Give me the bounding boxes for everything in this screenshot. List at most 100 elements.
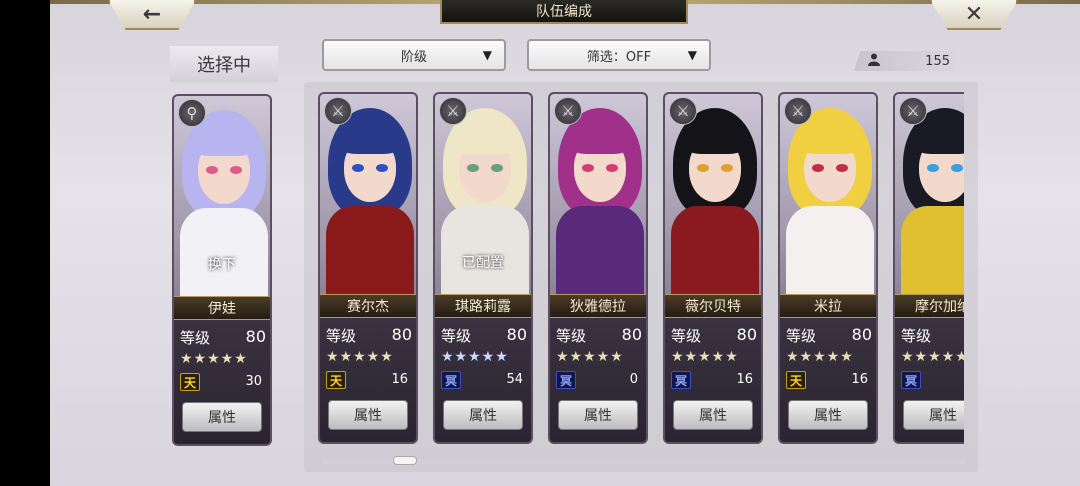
- attribute-button[interactable]: 属性: [788, 400, 868, 430]
- character-name: 琪路莉露: [435, 294, 531, 318]
- sword-icon: ⚔: [899, 97, 927, 125]
- level-label: 等级: [786, 327, 817, 345]
- element-row: 天 30: [180, 373, 264, 391]
- level-row: 等级 80: [784, 325, 872, 345]
- element-count: 54: [506, 372, 523, 387]
- scrollbar-thumb[interactable]: [393, 456, 417, 465]
- card-stats: 等级 8 ★★★★★ 冥 属性: [895, 318, 964, 442]
- card-stats: 等级 80 ★★★★★ 天 16 属性: [320, 318, 416, 442]
- level-value: 80: [736, 325, 757, 344]
- rarity-stars: ★★★★★: [556, 349, 624, 365]
- level-value: 80: [506, 325, 527, 344]
- element-row: 冥 0: [556, 371, 640, 389]
- attribute-button[interactable]: 属性: [673, 400, 753, 430]
- attribute-button[interactable]: 属性: [328, 400, 408, 430]
- card-stats: 等级 80 ★★★★★ 天 30 属性: [174, 320, 270, 444]
- level-label: 等级: [326, 327, 357, 345]
- character-roster[interactable]: ⚔ 赛尔杰 等级 80 ★★★★★ 天 16 属性 ⚔ 已配置 琪路莉露 等级 …: [318, 92, 964, 448]
- element-count: 16: [851, 372, 868, 387]
- character-card[interactable]: ⚔ 狄雅德拉 等级 80 ★★★★★ 冥 0 属性: [548, 92, 648, 444]
- element-icon: 天: [180, 373, 200, 391]
- character-portrait: [895, 94, 964, 301]
- close-icon: ✕: [964, 1, 984, 27]
- attribute-button[interactable]: 属性: [443, 400, 523, 430]
- level-row: 等级 80: [178, 327, 266, 347]
- rarity-stars: ★★★★★: [441, 349, 509, 365]
- sword-icon: ⚔: [554, 97, 582, 125]
- character-count: 155: [854, 51, 960, 71]
- character-card[interactable]: ⚔ 米拉 等级 80 ★★★★★ 天 16 属性: [778, 92, 878, 444]
- rarity-stars: ★★★★★: [180, 351, 248, 367]
- element-count: 16: [391, 372, 408, 387]
- scrollbar-track[interactable]: [322, 459, 966, 464]
- element-count: 30: [245, 374, 262, 389]
- level-label: 等级: [180, 329, 211, 347]
- card-stats: 等级 80 ★★★★★ 冥 16 属性: [665, 318, 761, 442]
- character-name: 赛尔杰: [320, 294, 416, 318]
- level-label: 等级: [901, 327, 932, 345]
- character-name: 摩尔加纳: [895, 294, 964, 318]
- rarity-stars: ★★★★★: [901, 349, 964, 365]
- page-title: 队伍编成: [440, 0, 688, 24]
- character-name: 狄雅德拉: [550, 294, 646, 318]
- level-value: 80: [391, 325, 412, 344]
- selected-character-card[interactable]: ⚲ 换下 伊娃 等级 80 ★★★★★ 天 30 属性: [172, 94, 272, 446]
- character-card[interactable]: ⚔ 赛尔杰 等级 80 ★★★★★ 天 16 属性: [318, 92, 418, 444]
- rank-sort-dropdown[interactable]: 阶级 ▼: [322, 39, 506, 71]
- back-arrow-icon: ←: [142, 1, 162, 27]
- element-count: 0: [629, 372, 638, 387]
- sword-icon: ⚔: [439, 97, 467, 125]
- level-label: 等级: [671, 327, 702, 345]
- attribute-button[interactable]: 属性: [903, 400, 964, 430]
- element-icon: 天: [786, 371, 806, 389]
- element-icon: 冥: [901, 371, 921, 389]
- close-button[interactable]: ✕: [930, 0, 1018, 30]
- level-row: 等级 80: [324, 325, 412, 345]
- sword-icon: ⚔: [784, 97, 812, 125]
- element-icon: 天: [326, 371, 346, 389]
- rarity-stars: ★★★★★: [786, 349, 854, 365]
- sword-icon: ⚔: [324, 97, 352, 125]
- element-row: 冥 54: [441, 371, 525, 389]
- character-name: 伊娃: [174, 296, 270, 320]
- level-value: 80: [851, 325, 872, 344]
- character-name: 米拉: [780, 294, 876, 318]
- rarity-stars: ★★★★★: [326, 349, 394, 365]
- rank-dropdown-label: 阶级: [400, 49, 427, 65]
- rarity-stars: ★★★★★: [671, 349, 739, 365]
- level-value: 80: [245, 327, 266, 346]
- level-row: 等级 80: [554, 325, 642, 345]
- staff-icon: ⚲: [178, 99, 206, 127]
- count-value: 155: [925, 53, 950, 69]
- character-card[interactable]: ⚔ 摩尔加纳 等级 8 ★★★★★ 冥 属性: [893, 92, 964, 444]
- level-label: 等级: [556, 327, 587, 345]
- screen: ← 队伍编成 ✕ 选择中 阶级 ▼ 筛选：OFF ▼ 155 ⚲ 换下 伊娃 等…: [50, 0, 1080, 486]
- element-row: 天 16: [326, 371, 410, 389]
- chevron-down-icon: ▼: [687, 48, 697, 62]
- attribute-button[interactable]: 属性: [558, 400, 638, 430]
- card-stats: 等级 80 ★★★★★ 天 16 属性: [780, 318, 876, 442]
- element-row: 天 16: [786, 371, 870, 389]
- sword-icon: ⚔: [669, 97, 697, 125]
- card-stats: 等级 80 ★★★★★ 冥 0 属性: [550, 318, 646, 442]
- element-count: 16: [736, 372, 753, 387]
- character-card[interactable]: ⚔ 薇尔贝特 等级 80 ★★★★★ 冥 16 属性: [663, 92, 763, 444]
- character-card[interactable]: ⚔ 已配置 琪路莉露 等级 80 ★★★★★ 冥 54 属性: [433, 92, 533, 444]
- level-row: 等级 80: [439, 325, 527, 345]
- chevron-down-icon: ▼: [482, 48, 492, 62]
- back-button[interactable]: ←: [108, 0, 196, 30]
- card-status-overlay: 换下: [208, 257, 236, 273]
- level-label: 等级: [441, 327, 472, 345]
- element-row: 冥: [901, 371, 964, 389]
- attribute-button[interactable]: 属性: [182, 402, 262, 432]
- level-row: 等级 8: [899, 325, 964, 345]
- card-status-overlay: 已配置: [462, 255, 504, 271]
- selecting-label: 选择中: [170, 46, 278, 82]
- filter-dropdown-label: 筛选：OFF: [586, 49, 652, 65]
- filter-dropdown[interactable]: 筛选：OFF ▼: [527, 39, 711, 71]
- element-icon: 冥: [671, 371, 691, 389]
- person-icon: [868, 53, 880, 70]
- element-icon: 冥: [556, 371, 576, 389]
- element-icon: 冥: [441, 371, 461, 389]
- level-value: 80: [621, 325, 642, 344]
